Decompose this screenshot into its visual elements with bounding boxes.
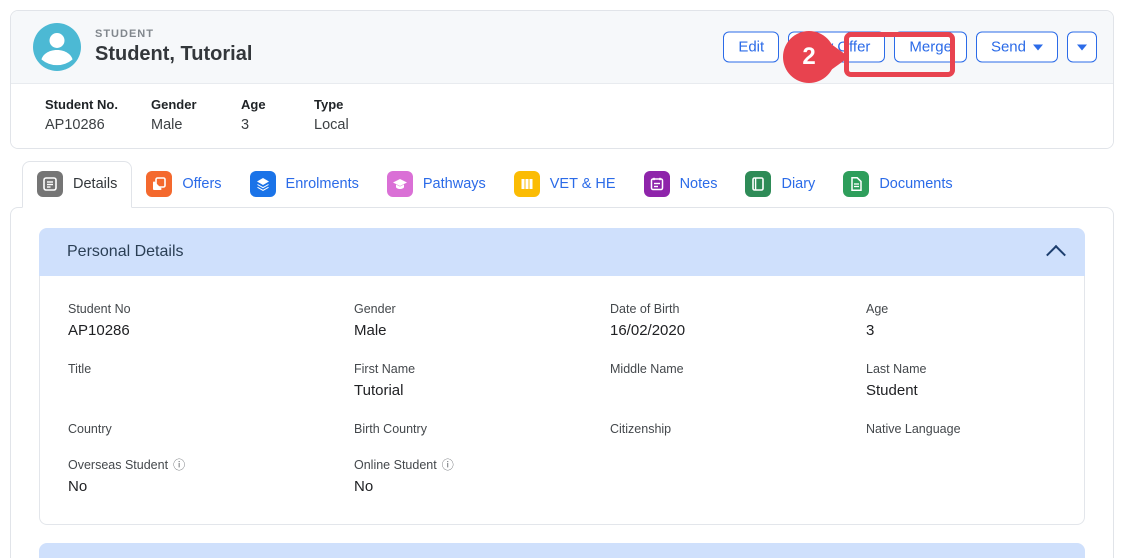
- layers-icon: [250, 171, 276, 197]
- field-birth-country: Birth Country: [354, 422, 610, 436]
- person-icon: [33, 23, 81, 71]
- summary-gender: Gender Male: [151, 97, 241, 133]
- field-age: Age 3: [866, 302, 1056, 340]
- student-summary-bar: Student No. AP10286 Gender Male Age 3 Ty…: [11, 84, 1113, 148]
- chevron-up-icon[interactable]: [1046, 245, 1066, 265]
- tab-details[interactable]: Details: [22, 161, 132, 208]
- chevron-down-icon: [1033, 44, 1043, 50]
- send-button[interactable]: Send: [976, 32, 1058, 63]
- summary-age: Age 3: [241, 97, 314, 133]
- merge-button[interactable]: Merge: [894, 32, 967, 63]
- tab-enrolments[interactable]: Enrolments: [236, 162, 373, 207]
- page-title: Student, Tutorial: [95, 43, 252, 66]
- tab-vet-he[interactable]: VET & HE: [500, 162, 630, 207]
- annotation-step-marker: 2: [783, 31, 835, 83]
- student-header-card: STUDENT Student, Tutorial Edit New Offer…: [10, 10, 1114, 149]
- book-icon: [745, 171, 771, 197]
- entity-label: STUDENT: [95, 28, 252, 40]
- copy-icon: [146, 171, 172, 197]
- tab-bar: Details Offers Enrolments Pathways VET &…: [22, 161, 1114, 207]
- personal-details-section-header[interactable]: Personal Details: [39, 228, 1085, 276]
- annotation-step-number: 2: [802, 43, 815, 71]
- article-icon: [37, 171, 63, 197]
- field-first-name: First Name Tutorial: [354, 362, 610, 400]
- field-native-language: Native Language: [866, 422, 1056, 436]
- graduation-cap-icon: [387, 171, 413, 197]
- send-button-label: Send: [991, 39, 1026, 56]
- field-citizenship: Citizenship: [610, 422, 866, 436]
- more-actions-button[interactable]: [1067, 32, 1097, 63]
- info-icon[interactable]: ⓘ: [442, 459, 454, 471]
- field-date-of-birth: Date of Birth 16/02/2020: [610, 302, 866, 340]
- field-last-name: Last Name Student: [866, 362, 1056, 400]
- field-gender: Gender Male: [354, 302, 610, 340]
- details-tab-panel: Personal Details Student No AP10286 Gend…: [10, 207, 1114, 558]
- field-overseas-student: Overseas Student ⓘ No: [68, 458, 354, 496]
- tab-pathways[interactable]: Pathways: [373, 162, 500, 207]
- header-actions: Edit New Offer Merge Send: [723, 32, 1097, 63]
- field-country: Country: [68, 422, 354, 436]
- field-title: Title: [68, 362, 354, 400]
- avatar: [33, 23, 81, 71]
- summary-type: Type Local: [314, 97, 349, 133]
- summary-student-no: Student No. AP10286: [45, 97, 151, 133]
- tab-offers[interactable]: Offers: [132, 162, 235, 207]
- personal-details-grid: Student No AP10286 Gender Male Date of B…: [68, 302, 1056, 496]
- field-student-no: Student No AP10286: [68, 302, 354, 340]
- columns-icon: [514, 171, 540, 197]
- tab-diary[interactable]: Diary: [731, 162, 829, 207]
- passport-details-section-header[interactable]: Passport Details: [39, 543, 1085, 558]
- student-header: STUDENT Student, Tutorial Edit New Offer…: [11, 11, 1113, 84]
- event-note-icon: [644, 171, 670, 197]
- chevron-down-icon: [1077, 44, 1087, 50]
- field-online-student: Online Student ⓘ No: [354, 458, 610, 496]
- info-icon[interactable]: ⓘ: [173, 459, 185, 471]
- personal-details-section-body: Student No AP10286 Gender Male Date of B…: [39, 276, 1085, 525]
- tab-documents[interactable]: Documents: [829, 162, 966, 207]
- tab-notes[interactable]: Notes: [630, 162, 732, 207]
- section-title: Personal Details: [67, 243, 184, 261]
- edit-button[interactable]: Edit: [723, 32, 779, 63]
- document-icon: [843, 171, 869, 197]
- field-middle-name: Middle Name: [610, 362, 866, 400]
